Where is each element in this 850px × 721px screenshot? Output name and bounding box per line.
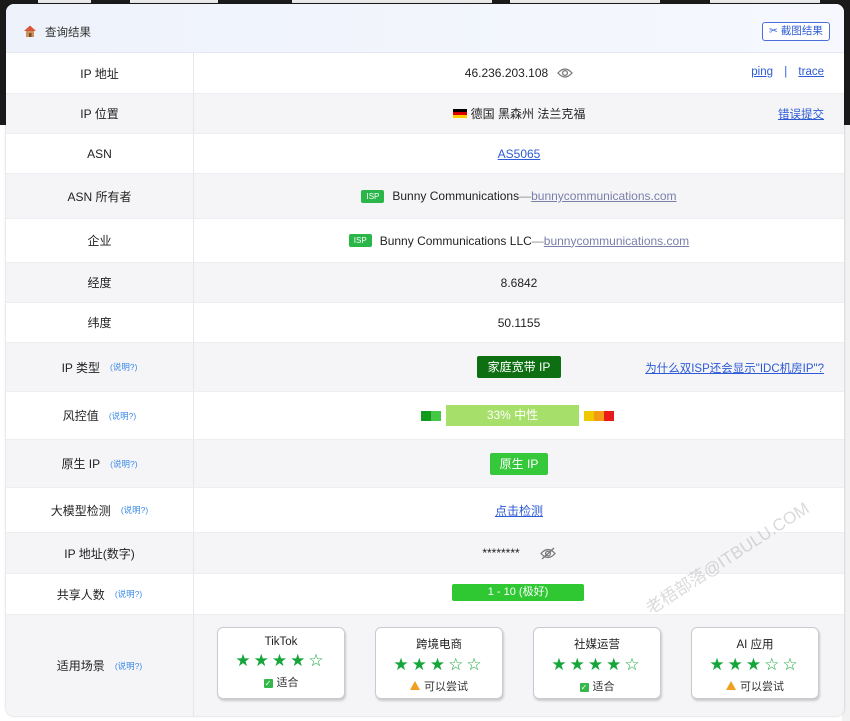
check-icon: ✓ [263, 679, 273, 688]
card-header: 查询结果 ✂ 截图结果 [6, 4, 844, 53]
isp-badge: ISP [361, 189, 385, 203]
company-name: Bunny Communications LLC [379, 233, 532, 248]
row-risk: 风控值 (说明?) 33% 中性 [6, 392, 844, 440]
eye-icon[interactable] [557, 67, 574, 79]
row-label: IP 位置 [6, 94, 194, 133]
scene-status: 可以尝试 [740, 681, 784, 693]
screenshot-button[interactable]: ✂ 截图结果 [762, 22, 830, 41]
help-link[interactable]: (说明?) [121, 504, 148, 516]
home-icon [24, 25, 36, 37]
asn-link[interactable]: AS5065 [498, 147, 541, 161]
longitude-value: 8.6842 [500, 275, 538, 290]
risk-scale-high [594, 411, 604, 421]
scene-name: AI 应用 [736, 639, 774, 651]
scene-card-social: 社媒运营 ★★★★☆ ✓ 适合 [533, 627, 661, 699]
risk-scale-max [604, 411, 614, 421]
row-scenes: 适用场景 (说明?) TikTok ★★★★☆ ✓ 适合 跨境电商 ★★★☆☆ 可… [6, 615, 844, 716]
star-rating: ★★★★☆ [551, 655, 643, 674]
row-asn-owner: ASN 所有者 ISP Bunny Communications — bunny… [6, 174, 844, 219]
risk-scale-mid [584, 411, 594, 421]
scene-status: 适合 [276, 677, 299, 689]
row-asn: ASN AS5065 [6, 134, 844, 174]
link-separator: | [784, 66, 788, 78]
latitude-value: 50.1155 [497, 315, 541, 330]
star-rating: ★★★☆☆ [393, 655, 485, 674]
germany-flag-icon [452, 108, 467, 119]
shared-users-bar: 1 - 10 (极好) [452, 584, 584, 601]
ip-numeric-value: ******** [482, 546, 520, 560]
scene-card-ecommerce: 跨境电商 ★★★☆☆ 可以尝试 [375, 627, 503, 699]
company-domain-link[interactable]: bunnycommunications.com [544, 234, 689, 248]
help-link[interactable]: (说明?) [115, 588, 142, 600]
row-label: 适用场景 [56, 659, 105, 673]
row-label: IP 地址(数字) [6, 533, 194, 573]
row-label: ASN [6, 134, 194, 173]
asn-owner-domain-link[interactable]: bunnycommunications.com [531, 189, 676, 203]
dash-separator: — [519, 189, 532, 203]
row-ip-type: IP 类型 (说明?) 家庭宽带 IP 为什么双ISP还会显示"IDC机房IP"… [6, 343, 844, 392]
row-label: 纬度 [6, 303, 194, 342]
scene-status: 可以尝试 [424, 681, 468, 693]
scene-status: 适合 [592, 681, 615, 693]
star-rating: ★★★☆☆ [709, 655, 801, 674]
risk-scale-low2 [431, 411, 441, 421]
check-icon: ✓ [579, 683, 589, 692]
trace-link[interactable]: trace [798, 66, 824, 78]
risk-scale-low [421, 411, 431, 421]
row-label: IP 地址 [6, 53, 194, 93]
asn-owner-name: Bunny Communications [392, 189, 520, 203]
scene-card-tiktok: TikTok ★★★★☆ ✓ 适合 [217, 627, 345, 699]
dash-separator: — [531, 233, 544, 248]
llm-detect-link[interactable]: 点击检测 [495, 502, 543, 519]
row-label: ASN 所有者 [6, 174, 194, 218]
idc-explain-link[interactable]: 为什么双ISP还会显示"IDC机房IP"? [645, 360, 824, 376]
help-link[interactable]: (说明?) [109, 410, 136, 422]
warning-icon [410, 681, 420, 690]
page-title: 查询结果 [45, 27, 91, 39]
row-label: 企业 [6, 219, 194, 262]
row-llm: 大模型检测 (说明?) 点击检测 [6, 488, 844, 533]
scene-name: TikTok [264, 636, 298, 648]
warning-icon [726, 681, 736, 690]
isp-badge: ISP [348, 234, 372, 247]
row-shared: 共享人数 (说明?) 1 - 10 (极好) [6, 574, 844, 615]
row-label: 风控值 [62, 409, 99, 423]
row-label: 经度 [6, 263, 194, 302]
scene-name: 社媒运营 [574, 639, 620, 651]
scene-card-ai: AI 应用 ★★★☆☆ 可以尝试 [691, 627, 819, 699]
row-company: 企业 ISP Bunny Communications LLC — bunnyc… [6, 219, 844, 263]
scene-name: 跨境电商 [416, 639, 462, 651]
ip-type-badge: 家庭宽带 IP [476, 356, 562, 378]
row-longitude: 经度 8.6842 [6, 263, 844, 303]
result-card: 查询结果 ✂ 截图结果 IP 地址 46.236.203.108 ping | … [6, 4, 844, 716]
row-label: 共享人数 [56, 587, 105, 602]
ping-link[interactable]: ping [751, 66, 773, 78]
eye-off-icon[interactable] [539, 547, 556, 560]
help-link[interactable]: (说明?) [110, 458, 137, 470]
help-link[interactable]: (说明?) [115, 660, 142, 672]
risk-score-bar: 33% 中性 [446, 405, 579, 426]
row-ip: IP 地址 46.236.203.108 ping | trace [6, 53, 844, 94]
row-latitude: 纬度 50.1155 [6, 303, 844, 343]
row-label: 大模型检测 [50, 503, 111, 518]
native-ip-badge: 原生 IP [489, 452, 549, 475]
location-value: 德国 黑森州 法兰克福 [470, 107, 586, 121]
row-native: 原生 IP (说明?) 原生 IP [6, 440, 844, 488]
ip-value: 46.236.203.108 [464, 66, 549, 80]
help-link[interactable]: (说明?) [110, 361, 137, 373]
row-label: 原生 IP [61, 457, 101, 471]
report-error-link[interactable]: 错误提交 [778, 106, 824, 122]
row-location: IP 位置 德国 黑森州 法兰克福 错误提交 [6, 94, 844, 134]
star-rating: ★★★★☆ [235, 651, 327, 670]
row-label: IP 类型 [61, 360, 101, 375]
